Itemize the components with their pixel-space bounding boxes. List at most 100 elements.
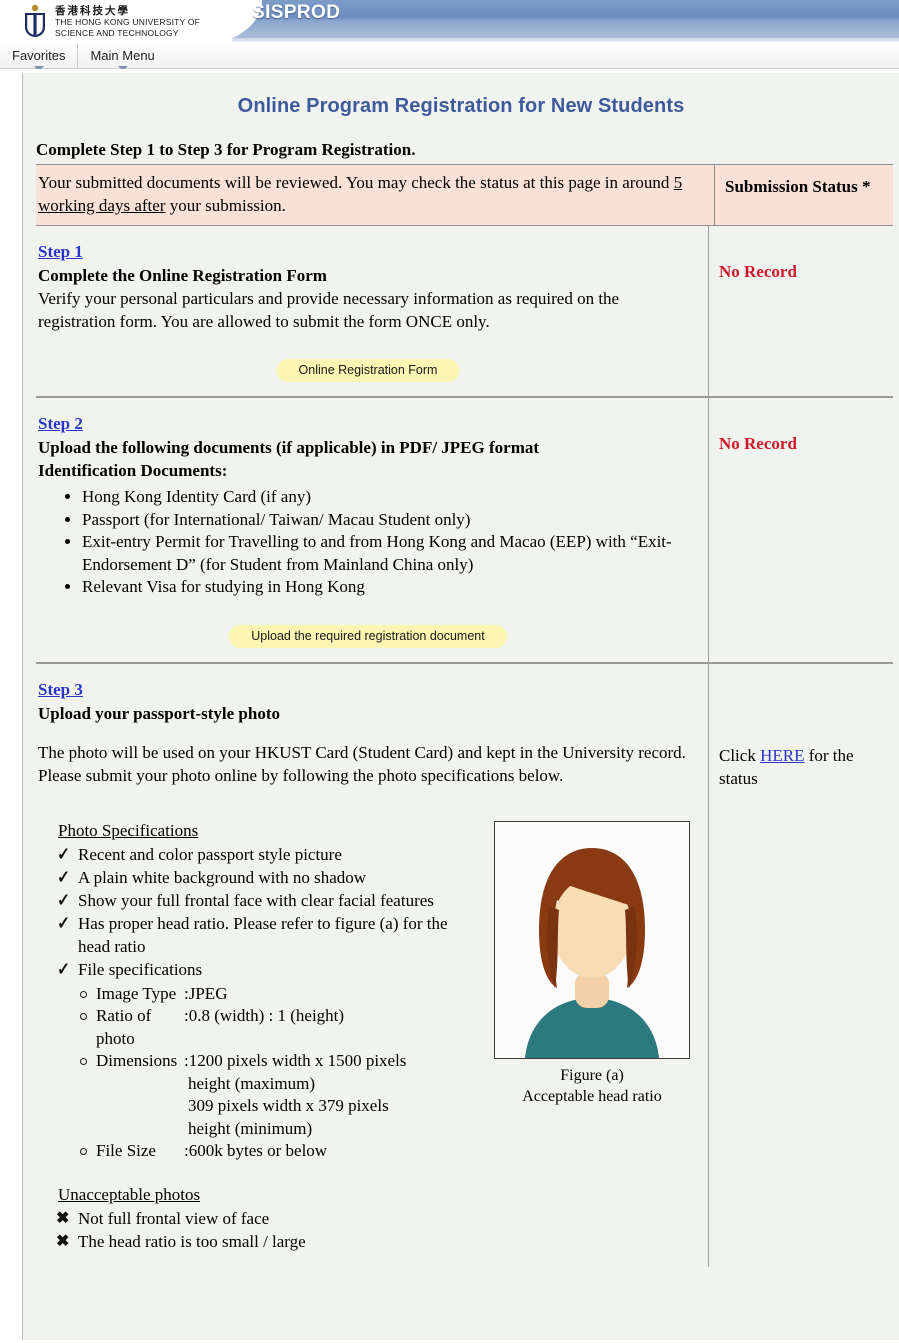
step-1-main: Step 1 Complete the Online Registration … <box>36 226 709 396</box>
status-here-link[interactable]: HERE <box>760 746 804 765</box>
page-canvas: Online Program Registration for New Stud… <box>0 69 899 1340</box>
check-icon: ✓ <box>57 866 70 887</box>
cross-icon: ✖ <box>56 1232 70 1250</box>
file-spec-key: Image Type <box>96 983 177 1003</box>
file-spec-file-size: File Size :600k bytes or below <box>96 1140 478 1163</box>
photo-specifications-list: ✓ Recent and color passport style picture… <box>38 843 478 981</box>
list-item: Dimensions :1200 pixels width x 1500 pix… <box>78 1050 478 1140</box>
step-2-button-wrap: Upload the required registration documen… <box>38 599 698 648</box>
file-spec-image-type: Image Type :JPEG <box>96 983 478 1006</box>
list-item: ✖ Not full frontal view of face <box>56 1207 478 1230</box>
file-spec-value: :600k bytes or below <box>184 1141 328 1160</box>
list-item: Relevant Visa for studying in Hong Kong <box>82 576 698 599</box>
hkust-logo[interactable]: 香港科技大學 THE HONG KONG UNIVERSITY OF SCIEN… <box>22 4 200 38</box>
step-1-link[interactable]: Step 1 <box>38 242 83 262</box>
step-2-status-badge: No Record <box>719 434 797 453</box>
step-2-status-cell: No Record <box>709 398 893 662</box>
notice-text: Your submitted documents will be reviewe… <box>36 165 715 225</box>
banner-underline <box>232 38 899 42</box>
list-item-label: File specifications <box>78 959 203 979</box>
step-1-button-wrap: Online Registration Form <box>38 333 698 382</box>
step-3-heading: Upload your passport-style photo <box>38 703 280 723</box>
hollow-bullet-icon <box>80 1148 87 1155</box>
file-spec-value: :0.8 (width) : 1 (height) <box>184 1006 345 1025</box>
list-item: Passport (for International/ Taiwan/ Mac… <box>82 509 698 532</box>
file-spec-key: Ratio of <box>96 1006 152 1025</box>
list-item-label: The head ratio is too small / large <box>78 1231 306 1251</box>
list-item-label: Recent and color passport style picture <box>78 844 342 864</box>
step-row-1: Step 1 Complete the Online Registration … <box>36 226 893 398</box>
photo-spec-text-column: Photo Specifications ✓ Recent and color p… <box>38 821 478 1253</box>
list-item: Ratio of :0.8 (width) : 1 (height) photo <box>78 1005 478 1050</box>
step-2-subheading: Identification Documents: <box>38 461 228 480</box>
file-spec-key-line2: photo <box>96 1028 135 1048</box>
file-spec-cont-1: height (maximum) <box>188 1073 316 1093</box>
list-item-label: A plain white background with no shadow <box>78 867 367 887</box>
nav-item-main-menu[interactable]: Main Menu <box>77 44 166 71</box>
step-3-status-text: Click HERE for the status <box>719 680 887 790</box>
file-spec-ratio: Ratio of :0.8 (width) : 1 (height) <box>96 1005 478 1028</box>
file-spec-value-text: 1200 pixels width x 1500 pixels <box>188 1051 407 1070</box>
step-2-heading: Upload the following documents (if appli… <box>38 438 540 457</box>
step-3-link[interactable]: Step 3 <box>38 680 83 700</box>
list-item: Exit-entry Permit for Travelling to and … <box>82 531 698 576</box>
app-title: SISPROD <box>252 2 341 23</box>
step-1-status-cell: No Record <box>709 226 893 396</box>
file-spec-value: :1200 pixels width x 1500 pixels <box>184 1051 407 1070</box>
list-item-label: Has proper head ratio. Please refer to f… <box>78 913 448 956</box>
file-spec-dimensions: Dimensions :1200 pixels width x 1500 pix… <box>96 1050 478 1073</box>
list-item-label: Show your full frontal face with clear f… <box>78 890 434 910</box>
photo-specifications-title: Photo Specifications <box>58 820 199 840</box>
step-1-status-badge: No Record <box>719 262 797 281</box>
list-item: ✓ A plain white background with no shadow <box>56 866 478 889</box>
figure-caption-line-2: Acceptable head ratio <box>522 1087 662 1105</box>
notice-row: Your submitted documents will be reviewe… <box>36 164 893 226</box>
step-2-main: Step 2 Upload the following documents (i… <box>36 398 709 662</box>
photo-figure-column: Figure (a) Acceptable head ratio <box>478 820 698 1253</box>
step-3-status-cell: Click HERE for the status <box>709 664 893 1267</box>
notice-text-after: your submission. <box>165 196 286 215</box>
photo-specification-area: Photo Specifications ✓ Recent and color p… <box>38 787 698 1253</box>
check-icon: ✓ <box>57 843 70 864</box>
file-spec-value-text: 0.8 (width) : 1 (height) <box>188 1006 345 1025</box>
hkust-shield-icon <box>25 4 45 38</box>
hollow-bullet-icon <box>80 1013 87 1020</box>
main-navigation-bar: Favorites Main Menu <box>0 44 899 82</box>
file-spec-value-text: JPEG <box>188 983 228 1003</box>
hollow-bullet-icon <box>80 1058 87 1065</box>
step-2-link[interactable]: Step 2 <box>38 414 83 434</box>
step-1-body: Verify your personal particulars and pro… <box>38 289 620 331</box>
hollow-bullet-icon <box>80 990 87 998</box>
file-spec-value-text: 600k bytes or below <box>188 1141 328 1160</box>
submission-status-header: Submission Status * <box>725 177 871 196</box>
list-item: ✓ Show your full frontal face with clear … <box>56 889 478 912</box>
unacceptable-photos-title: Unacceptable photos <box>58 1184 201 1204</box>
step-1-heading: Complete the Online Registration Form <box>38 266 327 285</box>
page-title: Online Program Registration for New Stud… <box>237 95 685 117</box>
check-icon: ✓ <box>57 958 70 979</box>
file-spec-key: File Size <box>96 1141 156 1160</box>
step-row-2: Step 2 Upload the following documents (i… <box>36 398 893 664</box>
cross-icon: ✖ <box>56 1209 70 1227</box>
content-area: Online Program Registration for New Stud… <box>22 73 899 1340</box>
file-spec-cont-2: 309 pixels width x 379 pixels <box>188 1096 389 1115</box>
status-prefix: Click <box>719 745 761 765</box>
check-icon: ✓ <box>57 912 70 933</box>
list-item-label: Not full frontal view of face <box>78 1208 270 1228</box>
list-item: File Size :600k bytes or below <box>78 1140 478 1163</box>
online-registration-form-button[interactable]: Online Registration Form <box>276 359 460 382</box>
list-item: Hong Kong Identity Card (if any) <box>82 486 698 509</box>
file-specifications-list: Image Type :JPEG Ratio of :0.8 (width) :… <box>38 983 478 1163</box>
notice-text-before: Your submitted documents will be reviewe… <box>38 173 674 192</box>
file-spec-cont-3: height (minimum) <box>188 1118 313 1138</box>
nav-item-favorites-label: Favorites <box>12 48 66 63</box>
branding-bar: SISPROD 香港科技大學 THE HONG KONG UNIVERSITY … <box>0 0 899 44</box>
list-item: ✓ Has proper head ratio. Please refer to … <box>56 912 478 958</box>
intro-instruction: Complete Step 1 to Step 3 for Program Re… <box>36 140 416 159</box>
nav-item-favorites[interactable]: Favorites <box>0 44 77 71</box>
upload-registration-document-button[interactable]: Upload the required registration documen… <box>229 624 507 648</box>
list-item: ✓ File specifications <box>56 958 478 981</box>
logo-english-name: THE HONG KONG UNIVERSITY OF SCIENCE AND … <box>55 17 201 38</box>
list-item: Image Type :JPEG <box>78 983 478 1006</box>
identification-documents-list: Hong Kong Identity Card (if any) Passpor… <box>38 486 698 599</box>
